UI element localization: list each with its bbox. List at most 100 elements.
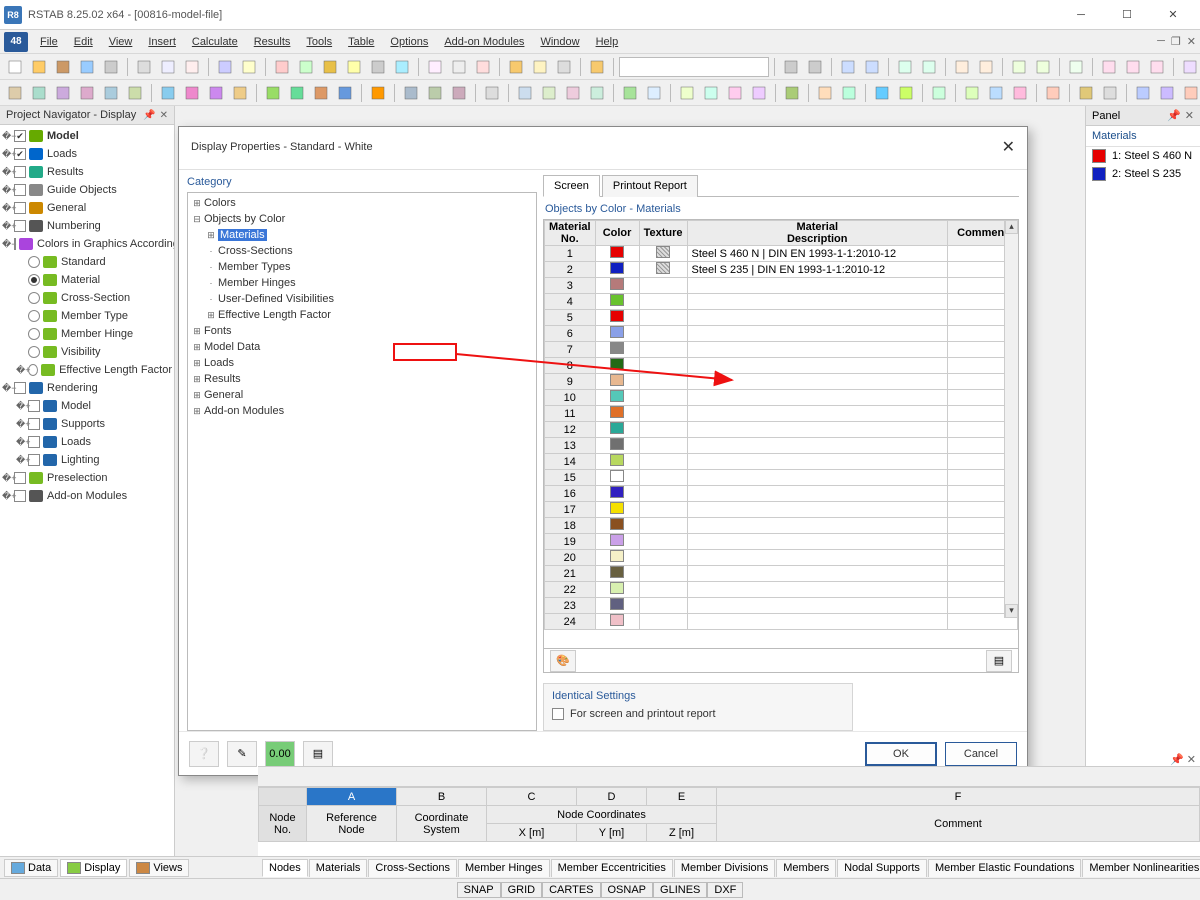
toolbar-button[interactable] (100, 82, 122, 104)
material-row[interactable]: 20 (545, 550, 1018, 566)
panel2-pin-icon[interactable]: 📌 ✕ (1170, 753, 1196, 766)
toolbar-button[interactable] (133, 56, 155, 78)
toolbar-button[interactable] (895, 82, 917, 104)
toolbar-button[interactable] (837, 56, 859, 78)
toolbar-button[interactable] (804, 56, 826, 78)
toolbar-button[interactable] (643, 82, 665, 104)
material-row[interactable]: 18 (545, 518, 1018, 534)
data-tab[interactable]: Member Eccentricities (551, 859, 673, 877)
app-menu-icon[interactable]: 48 (4, 32, 28, 52)
toolbar-button[interactable] (28, 56, 50, 78)
toolbar-button[interactable] (157, 56, 179, 78)
material-color-swatch[interactable] (610, 534, 624, 546)
toolbar-button[interactable] (780, 56, 802, 78)
toolbar-button[interactable] (562, 82, 584, 104)
toolbar-button[interactable] (124, 82, 146, 104)
category-node[interactable]: ⊞Add-on Modules (190, 403, 534, 419)
nav-item[interactable]: �+Add-on Modules (2, 487, 172, 505)
material-row[interactable]: 13 (545, 438, 1018, 454)
toolbar-button[interactable] (271, 56, 293, 78)
material-color-swatch[interactable] (610, 486, 624, 498)
nav-item[interactable]: �+✔Loads (2, 145, 172, 163)
toolbar-button[interactable] (181, 82, 203, 104)
toolbar-button[interactable] (676, 82, 698, 104)
toolbar-button[interactable] (424, 82, 446, 104)
nav-item[interactable]: Standard (2, 253, 172, 271)
material-row[interactable]: 15 (545, 470, 1018, 486)
material-row[interactable]: 12 (545, 422, 1018, 438)
toolbar-button[interactable] (229, 82, 251, 104)
material-row[interactable]: 14 (545, 454, 1018, 470)
toolbar-button[interactable] (295, 56, 317, 78)
calc-button[interactable]: 0.00 (265, 741, 295, 767)
material-color-swatch[interactable] (610, 470, 624, 482)
pin-icon[interactable]: 📌 (143, 110, 155, 121)
texture-swatch[interactable] (656, 262, 670, 274)
category-node[interactable]: ⊞Colors (190, 195, 534, 211)
toolbar-button[interactable] (262, 82, 284, 104)
material-row[interactable]: 21 (545, 566, 1018, 582)
status-cell[interactable]: GRID (501, 882, 543, 898)
toolbar-button[interactable] (894, 56, 916, 78)
toolbar-button[interactable] (1156, 82, 1178, 104)
toolbar-button[interactable] (1075, 82, 1097, 104)
toolbar-button[interactable] (481, 82, 503, 104)
toolbar-combo[interactable] (619, 57, 769, 77)
toolbar-button[interactable] (985, 82, 1007, 104)
toolbar-button[interactable] (52, 82, 74, 104)
toolbar-button[interactable] (1032, 56, 1054, 78)
nav-item[interactable]: Member Type (2, 307, 172, 325)
toolbar-button[interactable] (1042, 82, 1064, 104)
toolbar-button[interactable] (448, 56, 470, 78)
toolbar-button[interactable] (343, 56, 365, 78)
toolbar-button[interactable] (157, 82, 179, 104)
nav-item[interactable]: �−Rendering (2, 379, 172, 397)
material-color-swatch[interactable] (610, 502, 624, 514)
toolbar-button[interactable] (367, 56, 389, 78)
toolbar-button[interactable] (748, 82, 770, 104)
menu-calculate[interactable]: Calculate (184, 33, 246, 51)
toolbar-button[interactable] (928, 82, 950, 104)
toolbar-button[interactable] (76, 82, 98, 104)
category-node[interactable]: ·Cross-Sections (190, 243, 534, 259)
nav-item[interactable]: �+Lighting (2, 451, 172, 469)
category-tree[interactable]: ⊞Colors⊟Objects by Color⊞Materials·Cross… (187, 192, 537, 731)
material-color-swatch[interactable] (610, 582, 624, 594)
menu-addon[interactable]: Add-on Modules (436, 33, 532, 51)
category-node[interactable]: ⊟Objects by Color (190, 211, 534, 227)
material-color-swatch[interactable] (610, 278, 624, 290)
toolbar-button[interactable] (52, 56, 74, 78)
col-C[interactable]: C (487, 788, 577, 806)
toolbar-button[interactable] (1065, 56, 1087, 78)
cancel-button[interactable]: Cancel (945, 742, 1017, 766)
nav-item[interactable]: �+Numbering (2, 217, 172, 235)
status-cell[interactable]: SNAP (457, 882, 501, 898)
toolbar-button[interactable] (961, 82, 983, 104)
data-tab[interactable]: Members (776, 859, 836, 877)
category-node[interactable]: ·Member Hinges (190, 275, 534, 291)
toolbar-button[interactable] (319, 56, 341, 78)
toolbar-button[interactable] (181, 56, 203, 78)
toolbar-button[interactable] (1146, 56, 1168, 78)
material-color-swatch[interactable] (610, 246, 624, 258)
nav-item[interactable]: �+Guide Objects (2, 181, 172, 199)
nav-item[interactable]: �+Preselection (2, 469, 172, 487)
material-color-swatch[interactable] (610, 294, 624, 306)
nav-item[interactable]: �+Model (2, 397, 172, 415)
toolbar-button[interactable] (700, 82, 722, 104)
material-color-swatch[interactable] (610, 614, 624, 626)
toolbar-button[interactable] (1179, 56, 1200, 78)
toolbar-button[interactable] (1009, 82, 1031, 104)
data-tab[interactable]: Member Nonlinearities (1082, 859, 1200, 877)
menu-view[interactable]: View (101, 33, 141, 51)
category-node[interactable]: ·Member Types (190, 259, 534, 275)
status-cell[interactable]: OSNAP (601, 882, 654, 898)
toolbar-button[interactable] (310, 82, 332, 104)
data-tab[interactable]: Cross-Sections (368, 859, 457, 877)
material-color-swatch[interactable] (610, 310, 624, 322)
material-row[interactable]: 1Steel S 460 N | DIN EN 1993-1-1:2010-12 (545, 246, 1018, 262)
col-B[interactable]: B (397, 788, 487, 806)
toolbar-button[interactable] (553, 56, 575, 78)
panel-material-row[interactable]: 1: Steel S 460 N (1086, 147, 1200, 165)
category-node[interactable]: ⊞Materials (190, 227, 534, 243)
